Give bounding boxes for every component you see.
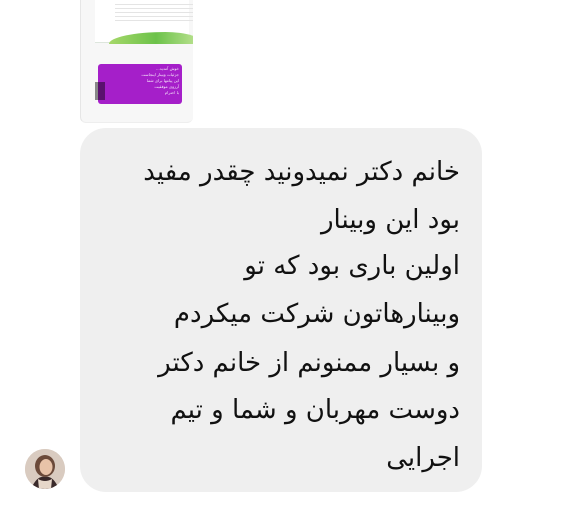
- message-line-1: خانم دکتر نمیدونید چقدر مفید: [143, 157, 460, 187]
- message-line-6: دوست مهربان و شما و تیم: [170, 395, 460, 425]
- message-line-7: اجرایی: [386, 443, 460, 473]
- thumbnail-text-lines: [115, 4, 193, 22]
- thumbnail-card-text: خوش آمدید... جزئیات وبینار اینجاست این پ…: [141, 66, 179, 95]
- thumbnail-purple-card: خوش آمدید... جزئیات وبینار اینجاست این پ…: [98, 64, 182, 104]
- message-line-4: وبینارهاتون شرکت میکردم: [173, 299, 460, 329]
- forwarded-image-thumbnail[interactable]: خوش آمدید... جزئیات وبینار اینجاست این پ…: [80, 0, 193, 123]
- chat-screen: خوش آمدید... جزئیات وبینار اینجاست این پ…: [0, 0, 576, 505]
- message-bubble[interactable]: خانم دکتر نمیدونید چقدر مفید بود این وبی…: [80, 128, 482, 492]
- message-line-2: بود این وبینار: [321, 205, 460, 235]
- avatar-photo-icon: [25, 449, 65, 489]
- message-line-5: و بسیار ممنونم از خانم دکتر: [158, 348, 460, 378]
- thumbnail-page-header: [95, 0, 193, 44]
- thumbnail-green-wave: [109, 32, 193, 44]
- sender-avatar[interactable]: [25, 449, 65, 489]
- thumbnail-shade: [95, 82, 105, 100]
- message-line-3: اولین باری بود که تو: [244, 251, 460, 281]
